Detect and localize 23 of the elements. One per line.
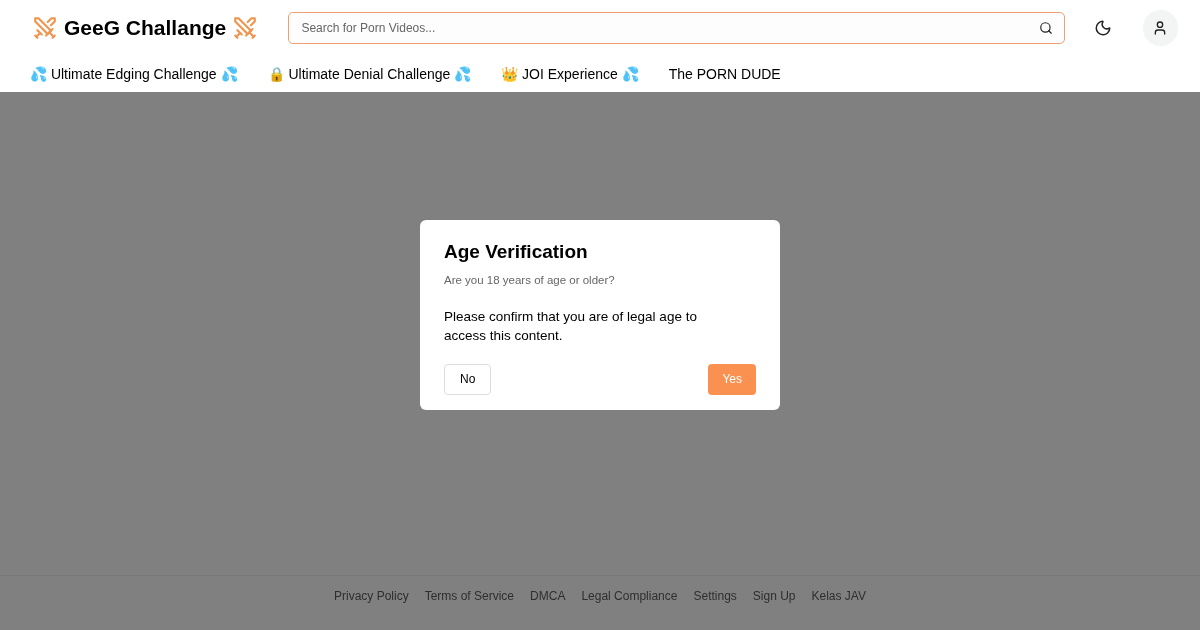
swords-icon — [232, 15, 259, 41]
nav-link[interactable]: 👑 JOI Experience 💦 — [501, 63, 639, 85]
search-field[interactable]: Search for Porn Videos... — [288, 12, 1065, 44]
footer-link[interactable]: Legal Compliance — [581, 587, 678, 605]
account-button[interactable] — [1142, 10, 1178, 46]
site-logo[interactable]: GeeG Challange — [64, 12, 227, 44]
swords-icon — [32, 15, 58, 41]
no-button[interactable]: No — [444, 363, 492, 395]
footer-link[interactable]: DMCA — [530, 587, 566, 605]
footer-link[interactable]: Sign Up — [752, 587, 796, 605]
nav-link[interactable]: The PORN DUDE — [668, 63, 781, 85]
footer-link[interactable]: Terms of Service — [424, 587, 515, 605]
dialog-message: Please confirm that you are of legal age to access this content. — [444, 307, 698, 345]
footer-link[interactable]: Kelas JAV — [811, 587, 866, 605]
nav-link[interactable]: 🔒 Ultimate Denial Challenge 💦 — [267, 63, 472, 85]
search-icon[interactable] — [1038, 21, 1053, 35]
footer-link[interactable]: Privacy Policy — [334, 587, 409, 605]
moon-icon — [1093, 19, 1112, 37]
footer-link[interactable]: Settings — [693, 587, 737, 605]
yes-button[interactable]: Yes — [708, 363, 756, 395]
dialog-subtitle: Are you 18 years of age or older? — [444, 272, 616, 288]
dialog-title: Age Verification — [444, 240, 589, 264]
nav-link[interactable]: 💦 Ultimate Edging Challenge 💦 — [30, 63, 238, 85]
